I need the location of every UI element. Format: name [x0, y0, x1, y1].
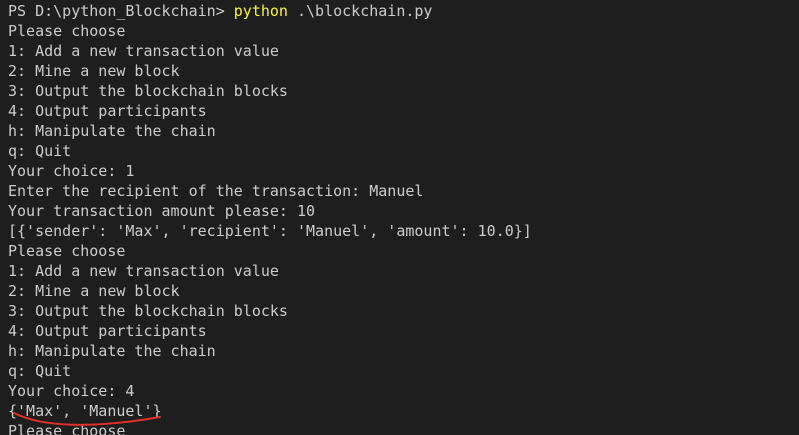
output-line: 3: Output the blockchain blocks	[8, 302, 288, 320]
output-line: 1: Add a new transaction value	[8, 262, 279, 280]
command-args: .\blockchain.py	[287, 2, 433, 20]
output-line: Your transaction amount please: 10	[8, 202, 316, 220]
terminal-window[interactable]: PS D:\python_Blockchain> python .\blockc…	[0, 0, 799, 435]
output-line: q: Quit	[8, 362, 72, 380]
output-line: [{'sender': 'Max', 'recipient': 'Manuel'…	[8, 222, 532, 240]
output-line: 1: Add a new transaction value	[8, 42, 279, 60]
red-underline-annotation	[13, 412, 161, 426]
output-line: h: Manipulate the chain	[8, 342, 216, 360]
output-line: 4: Output participants	[8, 102, 207, 120]
output-line: Please choose	[8, 242, 126, 260]
prompt-line: PS D:\python_Blockchain> python .\blockc…	[8, 1, 799, 21]
output-line: h: Manipulate the chain	[8, 122, 216, 140]
output-line: Enter the recipient of the transaction: …	[8, 182, 424, 200]
output-line: 2: Mine a new block	[8, 62, 180, 80]
output-line: Your choice: 1	[8, 162, 135, 180]
command-name: python	[233, 2, 288, 20]
output-line: Your choice: 4	[8, 382, 135, 400]
output-line: 3: Output the blockchain blocks	[8, 82, 288, 100]
output-line: Please choose	[8, 22, 126, 40]
prompt-text: PS D:\python_Blockchain>	[8, 2, 234, 20]
output-line: 4: Output participants	[8, 322, 207, 340]
output-line: q: Quit	[8, 142, 72, 160]
output-line: 2: Mine a new block	[8, 282, 180, 300]
